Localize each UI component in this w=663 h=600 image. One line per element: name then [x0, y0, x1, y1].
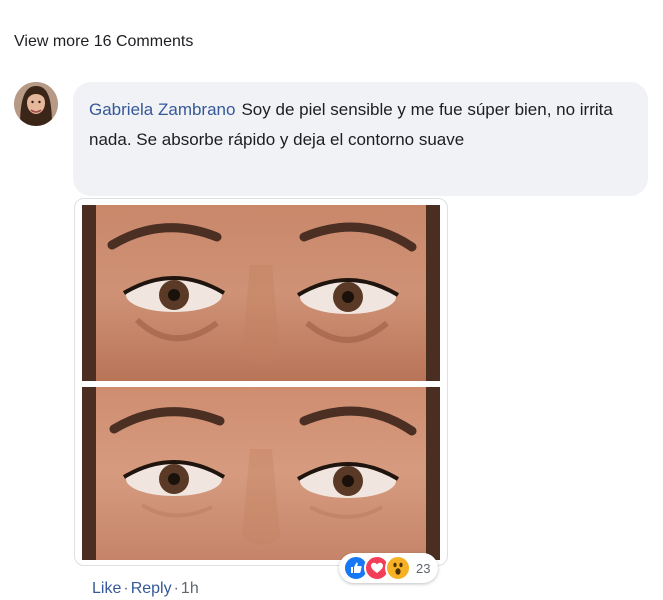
eyes-photo-icon — [82, 387, 440, 560]
reply-button[interactable]: Reply — [131, 580, 172, 597]
wow-icon — [385, 555, 411, 581]
after-photo[interactable] — [82, 387, 440, 560]
separator: · — [123, 580, 129, 597]
like-button[interactable]: Like — [92, 580, 121, 597]
view-more-comments-link[interactable]: View more 16 Comments — [14, 33, 193, 51]
reaction-count: 23 — [416, 560, 431, 576]
avatar-photo — [14, 82, 58, 126]
comment-author-link[interactable]: Gabriela Zambrano — [89, 100, 235, 119]
comment-bubble: Gabriela Zambrano Soy de piel sensible y … — [73, 82, 648, 196]
separator: · — [173, 580, 179, 597]
comment-timestamp[interactable]: 1h — [181, 580, 199, 597]
eyes-photo-icon — [82, 205, 440, 381]
comment-body: Gabriela Zambrano Soy de piel sensible y … — [89, 95, 632, 154]
comment-photo-attachment[interactable] — [74, 198, 448, 566]
comment-actions: Like · Reply · 1h — [92, 580, 199, 598]
reactions-summary[interactable]: 23 — [339, 553, 439, 583]
before-photo[interactable] — [82, 205, 440, 381]
avatar[interactable] — [14, 82, 58, 126]
